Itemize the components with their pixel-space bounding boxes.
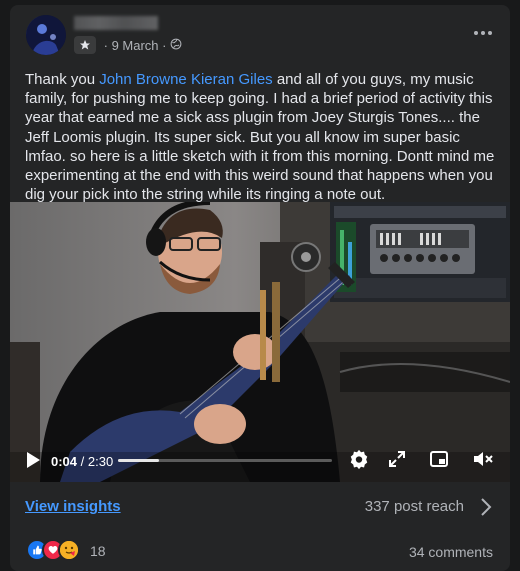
- play-button[interactable]: [24, 451, 42, 474]
- caption-text-start: Thank you: [25, 71, 100, 88]
- video-player[interactable]: 0:04 / 2:30: [10, 202, 510, 482]
- view-insights-link[interactable]: View insights: [25, 498, 121, 515]
- comments-count[interactable]: 34 comments: [409, 544, 493, 560]
- author-name-redacted[interactable]: [74, 16, 158, 30]
- current-time: 0:04: [51, 454, 78, 469]
- progress-bar[interactable]: [118, 459, 332, 462]
- progress-fill: [118, 459, 159, 462]
- volume-muted-icon[interactable]: [472, 449, 494, 474]
- avatar[interactable]: [26, 15, 66, 55]
- reaction-count[interactable]: 18: [90, 543, 106, 559]
- chevron-right-icon[interactable]: [480, 497, 492, 522]
- meta-dot: ·: [100, 37, 112, 53]
- more-options-button[interactable]: [468, 23, 498, 43]
- star-icon: [74, 36, 96, 54]
- avatar-image: [26, 15, 66, 55]
- video-frame: [10, 202, 510, 482]
- reactions-row: 18 34 comments: [10, 535, 510, 565]
- insights-row: View insights 337 post reach: [10, 489, 510, 525]
- post-reach[interactable]: 337 post reach: [365, 498, 464, 515]
- play-icon: [27, 452, 40, 468]
- caption-text-rest: and all of you guys, my music family, fo…: [25, 71, 495, 204]
- video-controls: 0:04 / 2:30: [10, 445, 510, 475]
- post-card: · 9 March · Thank you John Browne Kieran…: [10, 5, 510, 571]
- post-caption: Thank you John Browne Kieran Giles and a…: [25, 70, 500, 204]
- reaction-icons[interactable]: [26, 539, 80, 561]
- mention-link-1[interactable]: John Browne: [99, 71, 187, 88]
- care-reaction-icon: [58, 539, 80, 561]
- post-date[interactable]: 9 March: [112, 38, 159, 53]
- mention-link-2[interactable]: Kieran Giles: [191, 71, 273, 88]
- post-meta: · 9 March ·: [74, 36, 182, 54]
- more-icon: [474, 31, 492, 35]
- video-duration: 2:30: [87, 454, 114, 469]
- settings-icon[interactable]: [348, 449, 370, 476]
- meta-dot: ·: [158, 37, 171, 53]
- post-header: · 9 March ·: [10, 5, 510, 67]
- time-separator: /: [77, 454, 88, 469]
- pip-icon[interactable]: [429, 449, 449, 474]
- globe-icon[interactable]: [170, 38, 182, 53]
- fullscreen-icon[interactable]: [387, 449, 407, 474]
- video-timestamp: 0:04 / 2:30: [51, 454, 113, 469]
